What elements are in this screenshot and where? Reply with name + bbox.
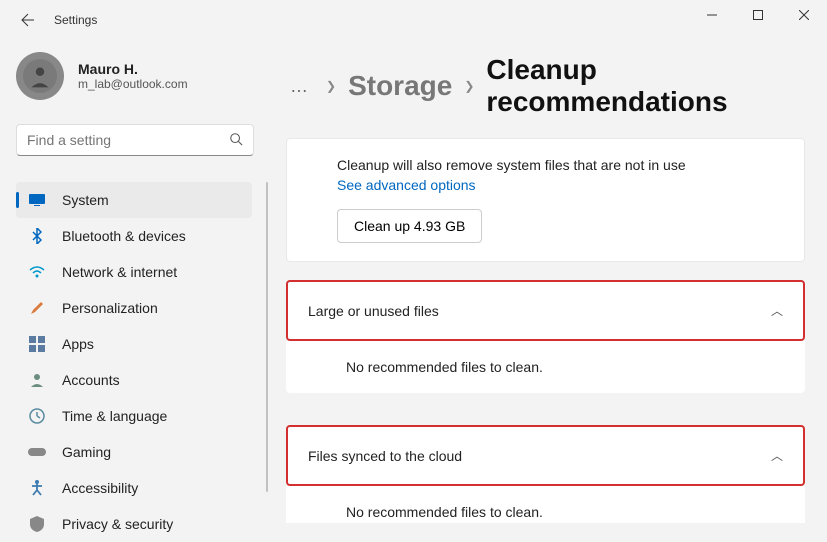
profile-name: Mauro H. [78, 61, 188, 77]
sidebar-item-label: Time & language [62, 408, 167, 424]
main-content: … ❯ Storage ❯ Cleanup recommendations Cl… [268, 40, 827, 523]
sidebar-item-privacy[interactable]: Privacy & security [16, 506, 252, 542]
sidebar-item-label: Gaming [62, 444, 111, 460]
apps-icon [28, 335, 46, 353]
accessibility-icon [28, 479, 46, 497]
time-icon [28, 407, 46, 425]
chevron-up-icon: ︿ [771, 302, 783, 319]
bluetooth-icon [28, 227, 46, 245]
privacy-icon [28, 515, 46, 533]
profile-email: m_lab@outlook.com [78, 77, 188, 91]
breadcrumb-current: Cleanup recommendations [486, 54, 805, 118]
back-arrow-icon [20, 12, 36, 28]
section-cloud-body: No recommended files to clean. [286, 486, 805, 523]
cleanup-description: Cleanup will also remove system files th… [337, 157, 754, 173]
search-icon [229, 132, 243, 149]
sidebar-item-label: Accounts [62, 372, 120, 388]
cleanup-button[interactable]: Clean up 4.93 GB [337, 209, 482, 243]
sidebar-item-label: Network & internet [62, 264, 177, 280]
search-input[interactable] [27, 132, 229, 148]
sidebar-item-label: System [62, 192, 109, 208]
breadcrumb-ellipsis[interactable]: … [286, 76, 314, 97]
window-controls [689, 0, 827, 30]
titlebar: Settings [0, 0, 827, 40]
breadcrumb: … ❯ Storage ❯ Cleanup recommendations [286, 54, 805, 118]
wifi-icon [28, 263, 46, 281]
sidebar-item-bluetooth[interactable]: Bluetooth & devices [16, 218, 252, 254]
section-large-files[interactable]: Large or unused files ︿ [286, 280, 805, 341]
system-icon [28, 191, 46, 209]
sidebar-item-gaming[interactable]: Gaming [16, 434, 252, 470]
chevron-right-icon: ❯ [464, 79, 474, 93]
close-button[interactable] [781, 0, 827, 30]
advanced-options-link[interactable]: See advanced options [337, 177, 754, 193]
chevron-right-icon: ❯ [326, 79, 336, 93]
window-title: Settings [54, 13, 97, 27]
sidebar-item-time[interactable]: Time & language [16, 398, 252, 434]
sidebar-item-label: Bluetooth & devices [62, 228, 186, 244]
maximize-button[interactable] [735, 0, 781, 30]
sidebar-item-system[interactable]: System [16, 182, 252, 218]
section-title: Files synced to the cloud [308, 448, 462, 464]
section-cloud-files[interactable]: Files synced to the cloud ︿ [286, 425, 805, 486]
sidebar: Mauro H. m_lab@outlook.com System Blueto… [0, 40, 268, 523]
brush-icon [28, 299, 46, 317]
sidebar-nav: System Bluetooth & devices Network & int… [16, 182, 268, 542]
accounts-icon [28, 371, 46, 389]
minimize-button[interactable] [689, 0, 735, 30]
profile-block[interactable]: Mauro H. m_lab@outlook.com [16, 48, 268, 104]
search-box[interactable] [16, 124, 254, 156]
cleanup-card: Cleanup will also remove system files th… [286, 138, 805, 262]
section-title: Large or unused files [308, 303, 439, 319]
back-button[interactable] [12, 4, 44, 36]
sidebar-item-label: Accessibility [62, 480, 138, 496]
sidebar-item-apps[interactable]: Apps [16, 326, 252, 362]
chevron-up-icon: ︿ [771, 447, 783, 464]
sidebar-item-label: Personalization [62, 300, 158, 316]
gaming-icon [28, 443, 46, 461]
sidebar-item-accounts[interactable]: Accounts [16, 362, 252, 398]
nav-scrollbar[interactable] [266, 182, 268, 492]
sidebar-item-accessibility[interactable]: Accessibility [16, 470, 252, 506]
sidebar-item-label: Privacy & security [62, 516, 173, 532]
sidebar-item-personalization[interactable]: Personalization [16, 290, 252, 326]
section-large-body: No recommended files to clean. [286, 341, 805, 393]
avatar [16, 52, 64, 100]
breadcrumb-parent[interactable]: Storage [348, 70, 452, 102]
sidebar-item-label: Apps [62, 336, 94, 352]
sidebar-item-network[interactable]: Network & internet [16, 254, 252, 290]
